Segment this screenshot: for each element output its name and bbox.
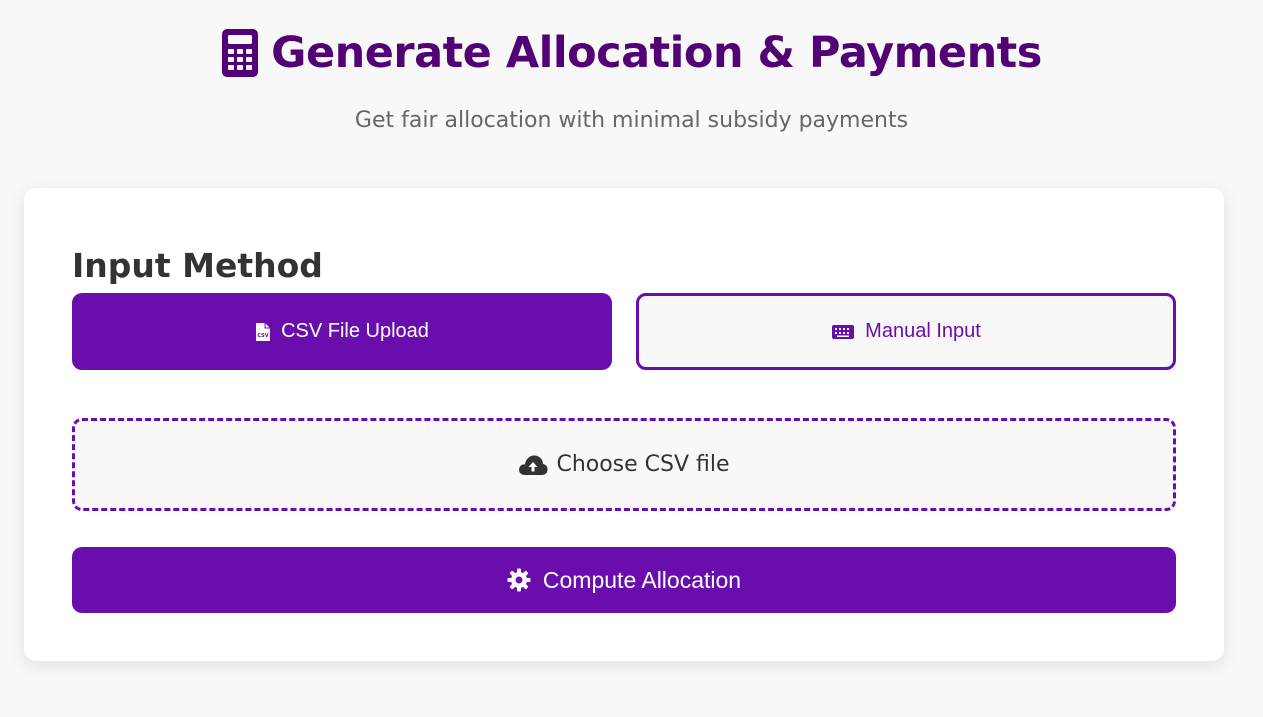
- csv-file-dropzone[interactable]: Choose CSV file: [72, 418, 1176, 511]
- compute-allocation-label: Compute Allocation: [542, 566, 742, 593]
- page-title: Generate Allocation & Payments: [271, 28, 1042, 78]
- cloud-upload-icon: [518, 454, 549, 476]
- calculator-icon: [221, 28, 259, 78]
- keyboard-icon: [831, 324, 855, 340]
- input-method-heading: Input Method: [72, 246, 323, 285]
- manual-input-label: Manual Input: [865, 320, 981, 342]
- gear-icon: [507, 568, 531, 592]
- csv-file-icon: CSV: [255, 322, 271, 342]
- allocation-card: Input Method CSV CSV File Upload Manual …: [24, 188, 1224, 661]
- svg-text:CSV: CSV: [257, 333, 268, 339]
- manual-input-button[interactable]: Manual Input: [636, 293, 1176, 370]
- choose-file-label: Choose CSV file: [556, 452, 730, 477]
- page-subtitle: Get fair allocation with minimal subsidy…: [354, 108, 909, 133]
- csv-upload-button[interactable]: CSV CSV File Upload: [72, 293, 612, 370]
- compute-allocation-button[interactable]: Compute Allocation: [72, 547, 1176, 613]
- csv-upload-label: CSV File Upload: [281, 320, 429, 342]
- title-row: Generate Allocation & Payments: [0, 24, 1263, 82]
